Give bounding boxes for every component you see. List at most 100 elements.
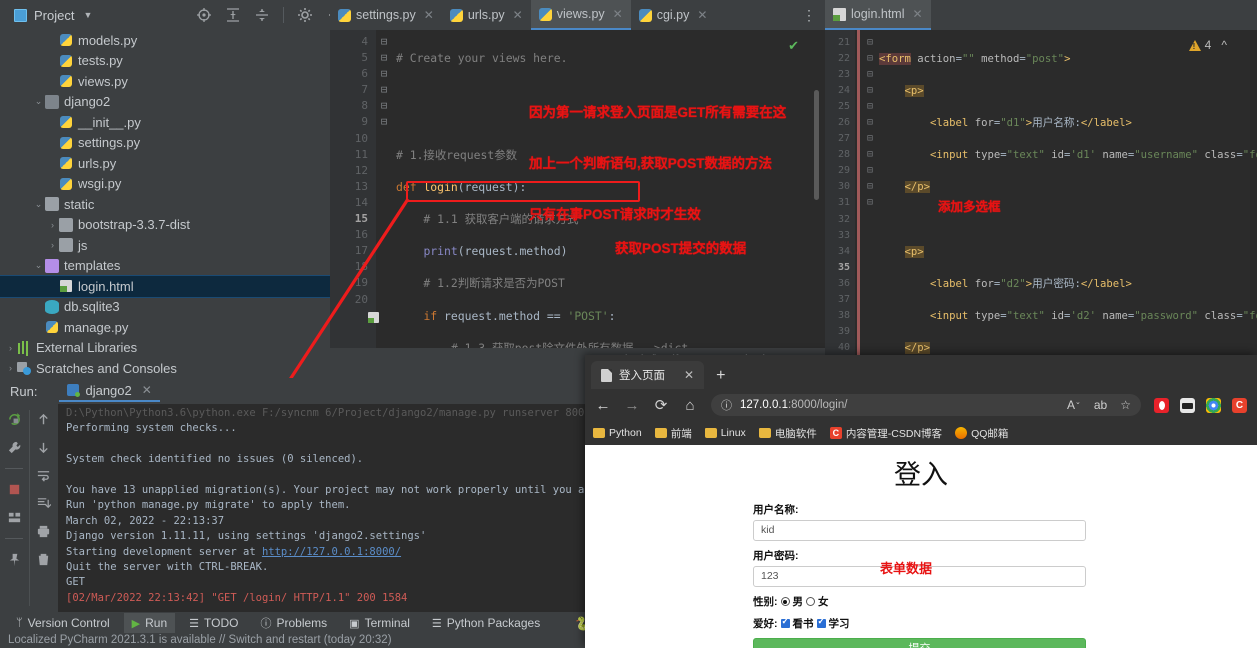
tool-window-python-packages[interactable]: ☰ Python Packages	[424, 613, 548, 633]
chevron-up-icon[interactable]: ^	[1221, 38, 1227, 52]
tab-login-html[interactable]: login.html ✕	[825, 0, 931, 30]
home-icon[interactable]: ⌂	[682, 397, 698, 414]
tree-item-bootstrap-3-3-7-dist[interactable]: › bootstrap-3.3.7-dist	[0, 215, 330, 236]
layout-icon[interactable]	[7, 510, 22, 525]
server-url-link[interactable]: http://127.0.0.1:8000/	[262, 546, 401, 558]
chevron-right-icon[interactable]: ›	[4, 343, 17, 353]
chevron-right-icon[interactable]: ›	[46, 240, 59, 250]
tree-item-js[interactable]: › js	[0, 235, 330, 256]
tool-window-run[interactable]: ▶ Run	[123, 613, 176, 633]
wrench-icon[interactable]	[7, 440, 22, 455]
chevron-right-icon[interactable]: ›	[46, 220, 59, 230]
tree-item-views-py[interactable]: views.py	[0, 71, 330, 92]
editor-fold-gutter[interactable]: ⊟ ⊟ ⊟ ⊟ ⊟ ⊟	[376, 30, 392, 348]
tab-views-py[interactable]: views.py ✕	[530, 0, 631, 30]
html-editor-code-text[interactable]: <form action="" method="post"> <p> <labe…	[877, 30, 1257, 360]
tree-item-db-sqlite3[interactable]: db.sqlite3	[0, 297, 330, 318]
tool-window-terminal[interactable]: ▣ Terminal	[341, 613, 418, 633]
collapse-all-icon[interactable]	[254, 7, 270, 23]
address-bar[interactable]: ⓘ 127.0.0.1:8000/login/ A⌄ ab ☆	[711, 394, 1141, 416]
csdn-icon[interactable]: C	[1232, 397, 1247, 413]
gender-female-radio[interactable]	[806, 597, 815, 606]
username-input[interactable]: kid	[753, 520, 1086, 541]
editor-scrollbar[interactable]	[814, 90, 819, 200]
close-icon[interactable]: ✕	[142, 383, 152, 397]
chevron-down-icon[interactable]: ▼	[83, 10, 92, 20]
tab-overflow-menu-icon[interactable]: ⋮	[802, 7, 825, 24]
close-icon[interactable]: ✕	[613, 7, 623, 21]
close-icon[interactable]: ✕	[684, 368, 694, 382]
up-arrow-icon[interactable]	[36, 412, 51, 427]
close-icon[interactable]: ✕	[913, 7, 923, 21]
reload-icon[interactable]: ⟳	[653, 396, 669, 414]
translate-icon[interactable]: ab	[1094, 398, 1107, 412]
run-console-output[interactable]: D:\Python\Python3.6\python.exe F:/syncnm…	[58, 404, 600, 612]
submit-button[interactable]: 提交	[753, 638, 1086, 648]
bookmark--[interactable]: 前端	[654, 426, 692, 441]
tab-cgi-py[interactable]: cgi.py ✕	[631, 0, 716, 30]
forward-icon[interactable]: →	[624, 397, 640, 414]
html-fold-gutter[interactable]: ⊟ ⊟ ⊟ ⊟ ⊟ ⊟ ⊟ ⊟ ⊟ ⊟ ⊟	[863, 30, 877, 360]
close-icon[interactable]: ✕	[697, 8, 707, 22]
run-configuration-tab[interactable]: django2 ✕	[59, 381, 160, 402]
collections-icon[interactable]	[1180, 397, 1195, 413]
tree-item-settings-py[interactable]: settings.py	[0, 133, 330, 154]
pin-icon[interactable]	[7, 552, 22, 567]
stop-icon[interactable]	[7, 482, 22, 497]
inspection-ok-icon[interactable]: ✔	[788, 38, 799, 54]
bookmark-qq-[interactable]: QQ邮箱	[955, 426, 1008, 441]
close-icon[interactable]: ✕	[424, 8, 434, 22]
read-aloud-icon[interactable]: A⌄	[1067, 398, 1081, 412]
hobby-reading-checkbox[interactable]	[780, 616, 790, 628]
tree-item-scratches-and-consoles[interactable]: › Scratches and Consoles	[0, 358, 330, 378]
bookmark--[interactable]: 电脑软件	[758, 426, 817, 441]
tree-item-external-libraries[interactable]: › External Libraries	[0, 338, 330, 359]
inspection-warning-badge[interactable]: 4 ^	[1188, 38, 1227, 52]
chevron-down-icon[interactable]: ⌄	[32, 96, 45, 107]
tool-window-todo[interactable]: ☰ TODO	[181, 613, 246, 633]
back-icon[interactable]: ←	[595, 397, 611, 414]
expand-all-icon[interactable]	[225, 7, 241, 23]
bookmark-python[interactable]: Python	[593, 427, 642, 439]
bookmark--csdn-[interactable]: C 内容管理-CSDN博客	[829, 426, 942, 441]
edge-browser-window[interactable]: 登入页面 ✕ + ← → ⟳ ⌂ ⓘ 127.0.0.1:8000/login/…	[585, 355, 1257, 648]
chevron-down-icon[interactable]: ⌄	[32, 260, 45, 271]
tree-item-tests-py[interactable]: tests.py	[0, 51, 330, 72]
tree-item-manage-py[interactable]: manage.py	[0, 317, 330, 338]
tab-settings-py[interactable]: settings.py ✕	[330, 0, 442, 30]
hobby-learning-checkbox[interactable]	[816, 616, 826, 628]
tab-urls-py[interactable]: urls.py ✕	[442, 0, 531, 30]
tool-window-problems[interactable]: ⓘ Problems	[252, 612, 335, 634]
trash-icon[interactable]	[36, 552, 51, 567]
gender-male-radio[interactable]	[780, 597, 790, 606]
new-tab-button[interactable]: +	[716, 367, 725, 385]
html-gutter-marker-icon[interactable]	[368, 312, 379, 323]
tool-window-version-control[interactable]: ᛘ Version Control	[8, 613, 118, 633]
tree-item-static[interactable]: ⌄ static	[0, 194, 330, 215]
site-info-icon[interactable]: ⓘ	[721, 397, 732, 413]
code-editor-login-html[interactable]: 21 22 23 24 25 26 27 28 29 30 31 32 33 34 35 36 37 38 39 40…	[825, 30, 1257, 360]
tree-item-login-html[interactable]: login.html	[0, 275, 330, 298]
close-icon[interactable]: ✕	[513, 8, 523, 22]
tree-item--init-py[interactable]: __init__.py	[0, 112, 330, 133]
project-panel-title[interactable]: Project	[34, 8, 74, 23]
browser-tab[interactable]: 登入页面 ✕	[591, 361, 705, 389]
opera-icon[interactable]	[1154, 397, 1169, 413]
bookmark-linux[interactable]: Linux	[704, 427, 746, 439]
tree-item-wsgi-py[interactable]: wsgi.py	[0, 174, 330, 195]
print-icon[interactable]	[36, 524, 51, 539]
gear-icon[interactable]	[297, 7, 313, 23]
chrome-icon[interactable]	[1206, 397, 1221, 413]
favorite-icon[interactable]: ☆	[1120, 398, 1131, 412]
tree-item-templates[interactable]: ⌄ templates	[0, 256, 330, 277]
rerun-icon[interactable]	[7, 412, 22, 427]
tree-item-urls-py[interactable]: urls.py	[0, 153, 330, 174]
locate-icon[interactable]	[196, 7, 212, 23]
scroll-to-end-icon[interactable]	[36, 496, 52, 511]
chevron-down-icon[interactable]: ⌄	[32, 199, 45, 210]
tree-item-models-py[interactable]: models.py	[0, 30, 330, 51]
project-tree[interactable]: models.py tests.py views.py ⌄ django2 __init_…	[0, 30, 330, 378]
down-arrow-icon[interactable]	[36, 440, 51, 455]
tree-item-django2[interactable]: ⌄ django2	[0, 92, 330, 113]
soft-wrap-icon[interactable]	[36, 468, 51, 483]
